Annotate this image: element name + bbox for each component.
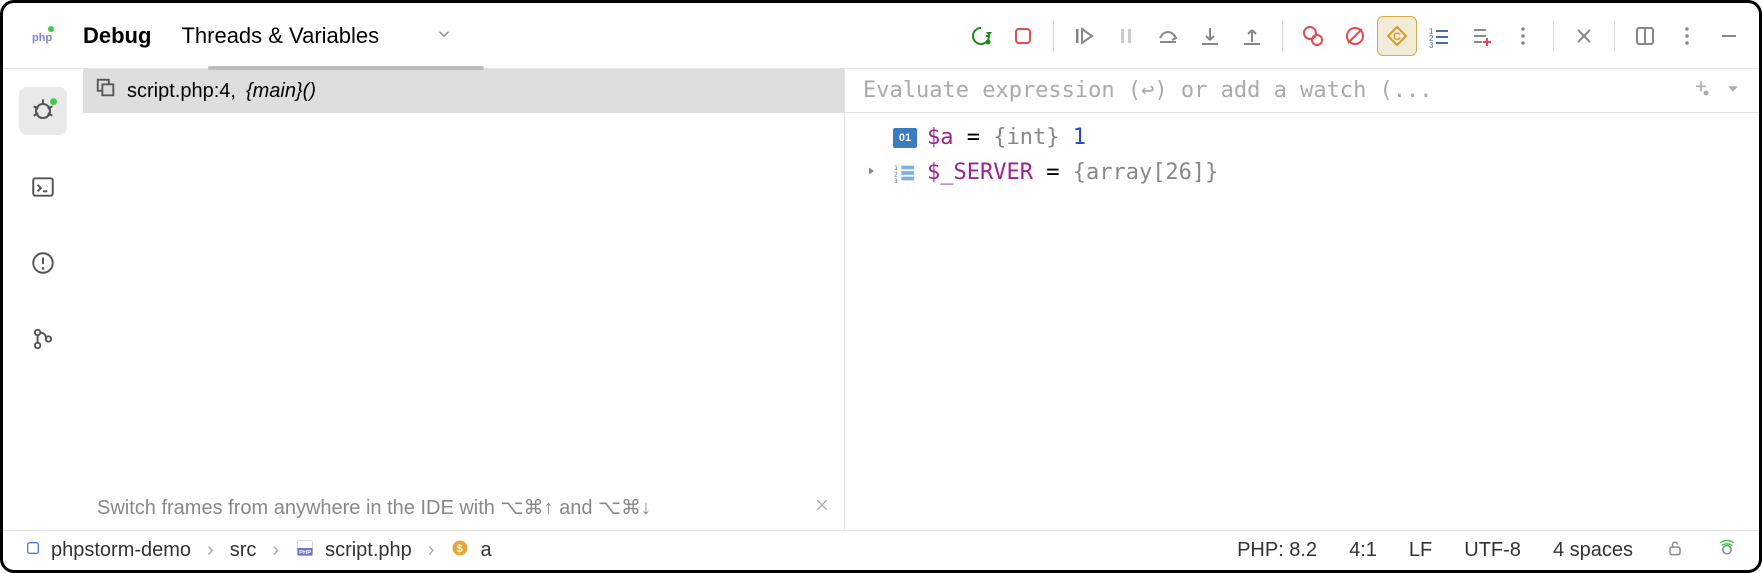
- xdebug-listen-icon[interactable]: [1717, 538, 1737, 564]
- watch-placeholder[interactable]: Evaluate expression (↩) or add a watch (…: [863, 78, 1433, 103]
- watch-dropdown-icon[interactable]: [1725, 78, 1741, 103]
- add-watch-plus-icon[interactable]: [1691, 78, 1711, 104]
- status-indent[interactable]: 4 spaces: [1553, 539, 1633, 562]
- breadcrumb-sep-icon: ›: [272, 539, 279, 562]
- status-php[interactable]: PHP: 8.2: [1237, 539, 1317, 562]
- expand-icon[interactable]: [865, 165, 883, 181]
- step-into-icon[interactable]: [1190, 16, 1230, 56]
- variable-symbol-icon: $: [450, 538, 470, 564]
- step-out-icon[interactable]: [1232, 16, 1272, 56]
- close-hint-icon[interactable]: [814, 496, 830, 519]
- frames-hint: Switch frames from anywhere in the IDE w…: [97, 495, 651, 520]
- rerun-icon[interactable]: [961, 16, 1001, 56]
- var-type: {int}: [993, 125, 1059, 150]
- break-on-exception-icon[interactable]: C: [1377, 16, 1417, 56]
- tab-debug[interactable]: Debug: [83, 23, 151, 49]
- var-type: {array[26]}: [1073, 160, 1219, 185]
- variable-row[interactable]: 123 $_SERVER = {array[26]}: [865, 160, 1739, 185]
- frame-main: {main}(): [246, 80, 316, 103]
- breadcrumb-project[interactable]: phpstorm-demo: [51, 539, 191, 562]
- php-debug-icon: php: [23, 16, 63, 56]
- readonly-lock-icon[interactable]: [1665, 538, 1685, 564]
- stop-icon[interactable]: [1003, 16, 1043, 56]
- add-watch-icon[interactable]: [1461, 16, 1501, 56]
- svg-text:php: php: [32, 32, 52, 44]
- var-value: 1: [1059, 125, 1086, 150]
- int-icon: 01: [893, 128, 917, 148]
- svg-text:3: 3: [894, 177, 898, 183]
- minimize-icon[interactable]: [1709, 16, 1749, 56]
- status-encoding[interactable]: UTF-8: [1464, 539, 1521, 562]
- chevron-down-icon: [435, 23, 453, 49]
- project-icon: [25, 539, 41, 562]
- frame-icon: [95, 77, 117, 105]
- breadcrumb-symbol[interactable]: a: [480, 539, 491, 562]
- svg-text:PHP: PHP: [299, 549, 311, 555]
- tab-threads-variables[interactable]: Threads & Variables: [181, 23, 453, 49]
- debugger-tab-icon[interactable]: [19, 87, 67, 135]
- status-eol[interactable]: LF: [1409, 539, 1432, 562]
- pause-icon[interactable]: [1106, 16, 1146, 56]
- frame-file: script.php:4,: [127, 80, 236, 103]
- php-file-icon: PHP: [295, 538, 315, 564]
- vcs-tab-icon[interactable]: [19, 315, 67, 363]
- threads-tab-label: Threads & Variables: [181, 23, 379, 49]
- array-icon: 123: [893, 163, 917, 183]
- variable-row[interactable]: 01 $a = {int} 1: [865, 125, 1739, 150]
- close-icon[interactable]: [1564, 16, 1604, 56]
- resume-icon[interactable]: [1064, 16, 1104, 56]
- var-name: $a: [927, 125, 954, 150]
- mute-breakpoints-icon[interactable]: [1335, 16, 1375, 56]
- svg-text:C: C: [1393, 31, 1401, 43]
- options-icon[interactable]: [1667, 16, 1707, 56]
- console-tab-icon[interactable]: [19, 163, 67, 211]
- step-over-icon[interactable]: [1148, 16, 1188, 56]
- breadcrumb-sep-icon: ›: [207, 539, 214, 562]
- var-name: $_SERVER: [927, 160, 1033, 185]
- settings-list-icon[interactable]: 123: [1419, 16, 1459, 56]
- view-breakpoints-icon[interactable]: [1293, 16, 1333, 56]
- breadcrumb-file[interactable]: script.php: [325, 539, 412, 562]
- svg-text:3: 3: [1429, 41, 1434, 48]
- svg-text:$: $: [457, 543, 463, 555]
- breadcrumb-sep-icon: ›: [428, 539, 435, 562]
- status-position[interactable]: 4:1: [1349, 539, 1377, 562]
- breadcrumb-dir[interactable]: src: [230, 539, 257, 562]
- problems-tab-icon[interactable]: [19, 239, 67, 287]
- stack-frame-row[interactable]: script.php:4, {main}(): [83, 69, 844, 113]
- more-icon[interactable]: [1503, 16, 1543, 56]
- layout-icon[interactable]: [1625, 16, 1665, 56]
